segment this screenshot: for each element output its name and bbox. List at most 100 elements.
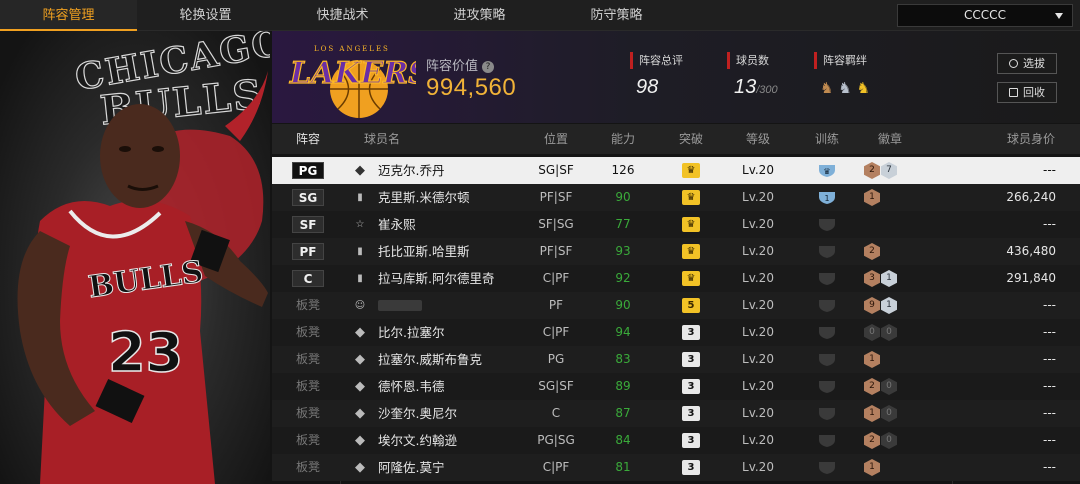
lineup-bond-label: 阵容羁绊	[814, 52, 867, 69]
badge-icon: 2	[864, 162, 880, 179]
refresh-icon	[1009, 59, 1018, 68]
pick-button[interactable]: 选拔	[997, 53, 1057, 74]
signal-bars-icon: ▮	[357, 192, 363, 203]
position-slot-badge: PF	[292, 243, 324, 260]
player-ability: 92	[615, 271, 631, 285]
player-ability: 126	[611, 163, 635, 177]
tab-lineup-management[interactable]: 阵容管理	[0, 0, 137, 31]
badge-icon: 1	[881, 297, 897, 314]
player-market-value: ---	[1043, 163, 1056, 177]
roster-row[interactable]: 板凳 ◆ 埃尔文.约翰逊 PG|SG 84 3 Lv.20 2 0 ---	[272, 427, 1080, 454]
training-shield-icon	[819, 354, 835, 366]
roster-row[interactable]: 板凳 ◆ 比尔.拉塞尔 C|PF 94 3 Lv.20 0 0 ---	[272, 319, 1080, 346]
breakthrough-level: 5	[682, 298, 700, 313]
lineup-header: LOS ANGELES LAKERS 阵容价值? 994,560 阵容总评 98…	[272, 31, 1080, 123]
bench-slot-label: 板凳	[295, 325, 320, 339]
bond-icons[interactable]: ♞ ♞ ♞	[820, 79, 870, 97]
player-ability: 93	[615, 244, 631, 258]
copy-card-icon: ◆	[355, 460, 365, 475]
overall-rating-label: 阵容总评	[630, 52, 683, 69]
copy-card-icon: ◆	[355, 406, 365, 421]
player-level: Lv.20	[742, 325, 774, 339]
col-position: 位置	[543, 132, 568, 146]
player-name-hidden	[378, 300, 422, 311]
roster-row[interactable]: 板凳 ◆ 沙奎尔.奥尼尔 C 87 3 Lv.20 1 0 ---	[272, 400, 1080, 427]
overall-rating-value: 98	[636, 76, 659, 98]
player-position: C|PF	[542, 325, 570, 339]
player-position: PG	[547, 352, 565, 366]
player-market-value: 291,840	[1006, 271, 1056, 285]
col-slot: 阵容	[295, 132, 320, 146]
tab-defense-strategy[interactable]: 防守策略	[548, 0, 685, 31]
player-name: 比尔.拉塞尔	[378, 325, 445, 340]
recycle-button[interactable]: 回收	[997, 82, 1057, 103]
team-select-value: CCCCC	[964, 8, 1006, 22]
player-market-value: ---	[1043, 325, 1056, 339]
col-player-name: 球员名	[363, 132, 400, 146]
copy-card-icon: ◆	[355, 352, 365, 367]
copy-card-icon: ◆	[355, 379, 365, 394]
training-shield-icon	[819, 462, 835, 474]
player-market-value: ---	[1043, 379, 1056, 393]
bond-gold-icon: ♞	[856, 79, 870, 97]
roster-row[interactable]: 板凳 ☺ PF 90 5 Lv.20 9 1 ---	[272, 292, 1080, 319]
person-icon: ☺	[354, 300, 366, 311]
player-count-label: 球员数	[727, 52, 769, 69]
roster-row[interactable]: 板凳 ◆ 拉塞尔.威斯布鲁克 PG 83 3 Lv.20 1 ---	[272, 346, 1080, 373]
roster-row[interactable]: 板凳 ◆ 德怀恩.韦德 SG|SF 89 3 Lv.20 2 0 ---	[272, 373, 1080, 400]
badge-icon: 1	[881, 270, 897, 287]
player-position: C	[551, 406, 561, 420]
bench-slot-label: 板凳	[295, 433, 320, 447]
help-icon[interactable]: ?	[482, 61, 495, 73]
tab-quick-tactics[interactable]: 快捷战术	[274, 0, 411, 31]
player-market-value: ---	[1043, 298, 1056, 312]
player-position: C|PF	[542, 460, 570, 474]
svg-text:♛: ♛	[823, 167, 830, 176]
bench-slot-label: 板凳	[295, 298, 320, 312]
badge-icon: 1	[864, 405, 880, 422]
roster-row[interactable]: SF ☆ 崔永熙 SF|SG 77 ♛ Lv.20 ---	[272, 211, 1080, 238]
player-level: Lv.20	[742, 379, 774, 393]
roster-row[interactable]: PG ◆ 迈克尔.乔丹 SG|SF 126 ♛ Lv.20 ♛ 2 7 ---	[272, 157, 1080, 184]
player-ability: 94	[615, 325, 631, 339]
player-position: SG|SF	[538, 163, 574, 177]
tab-offense-strategy[interactable]: 进攻策略	[411, 0, 548, 31]
game-roster-screen: 阵容管理 轮换设置 快捷战术 进攻策略 防守策略 CCCCC CHICAGO B…	[0, 0, 1080, 484]
player-level: Lv.20	[742, 433, 774, 447]
player-level: Lv.20	[742, 271, 774, 285]
training-shield-icon	[819, 300, 835, 312]
tab-rotation-settings[interactable]: 轮换设置	[137, 0, 274, 31]
player-position: PF|SF	[539, 190, 573, 204]
badge-icon: 0	[881, 378, 897, 395]
roster-row[interactable]: C ▮ 拉马库斯.阿尔德里奇 C|PF 92 ♛ Lv.20 3 1 291,840	[272, 265, 1080, 292]
player-ability: 87	[615, 406, 631, 420]
bond-bronze-icon: ♞	[820, 79, 834, 97]
badge-icon: 2	[864, 432, 880, 449]
breakthrough-level: 3	[682, 352, 700, 367]
player-name: 埃尔文.约翰逊	[378, 433, 457, 448]
player-ability: 83	[615, 352, 631, 366]
svg-text:1: 1	[824, 194, 829, 203]
breakthrough-level: 3	[682, 406, 700, 421]
col-level: 等级	[745, 132, 770, 146]
roster-row[interactable]: PF ▮ 托比亚斯.哈里斯 PF|SF 93 ♛ Lv.20 2 436,480	[272, 238, 1080, 265]
lineup-value-label: 阵容价值?	[426, 55, 495, 74]
col-player-value: 球员身价	[1006, 132, 1055, 146]
team-select-dropdown[interactable]: CCCCC	[897, 4, 1073, 27]
bond-silver-icon: ♞	[838, 79, 852, 97]
player-level: Lv.20	[742, 244, 774, 258]
badge-icon: 1	[864, 189, 880, 206]
player-market-value: 436,480	[1006, 244, 1056, 258]
player-position: SF|SG	[538, 217, 574, 231]
copy-card-icon: ◆	[355, 163, 365, 178]
roster-row[interactable]: SG ▮ 克里斯.米德尔顿 PF|SF 90 ♛ Lv.20 1 1 266,240	[272, 184, 1080, 211]
roster-row[interactable]: 板凳 ◆ 阿隆佐.莫宁 C|PF 81 3 Lv.20 1 ---	[272, 454, 1080, 481]
breakthrough-level: 3	[682, 379, 700, 394]
featured-player-art: CHICAGO BULLS BULLS 23	[0, 31, 270, 484]
position-slot-badge: SF	[292, 216, 324, 233]
chevron-down-icon	[1055, 13, 1063, 19]
player-position: SG|SF	[538, 379, 574, 393]
player-level: Lv.20	[742, 190, 774, 204]
breakthrough-level: 3	[682, 325, 700, 340]
crown-icon: ♛	[682, 163, 700, 178]
